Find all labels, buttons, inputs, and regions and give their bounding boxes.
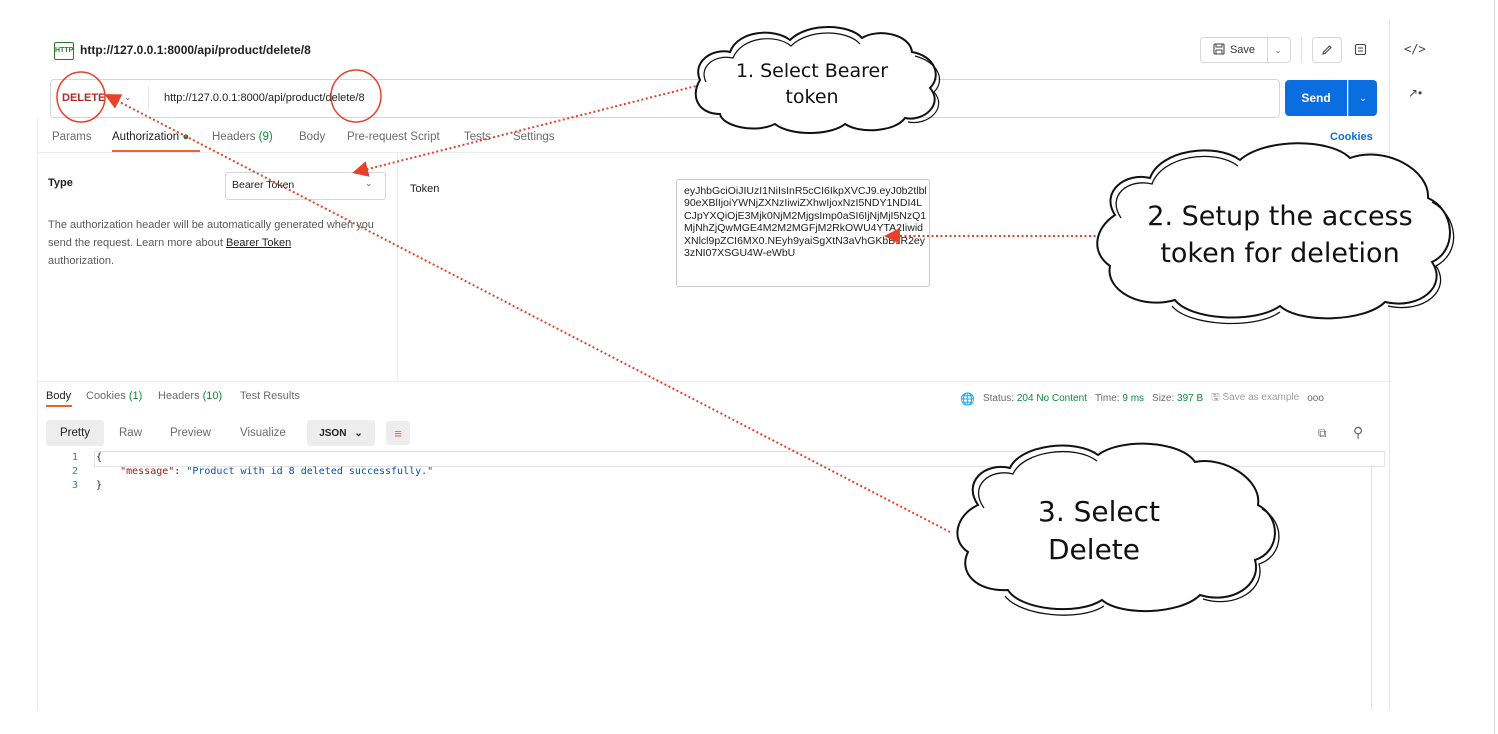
more-icon[interactable]: ooo xyxy=(1307,393,1324,404)
response-tab-cookies[interactable]: Cookies (1) xyxy=(86,390,142,402)
copy-icon[interactable]: ⧉ xyxy=(1318,426,1327,441)
auth-type-label: Type xyxy=(48,177,73,189)
send-button[interactable]: Send xyxy=(1285,80,1347,116)
status: Status: 204 No Content xyxy=(982,393,1087,404)
tab-tests[interactable]: Tests xyxy=(464,131,491,143)
save-as-example-button[interactable]: 🖫 Save as example xyxy=(1211,390,1299,407)
tab-headers[interactable]: Headers (9) xyxy=(212,131,273,143)
response-status-bar: 🌐 Status: 204 No Content Time: 9 ms Size… xyxy=(960,390,1324,407)
code-line: 3} xyxy=(71,480,103,491)
cookies-link[interactable]: Cookies xyxy=(1330,131,1373,143)
save-label: Save xyxy=(1229,44,1256,56)
chevron-down-icon: ⌄ xyxy=(354,427,363,439)
response-tab-body[interactable]: Body xyxy=(46,390,71,402)
globe-icon[interactable]: 🌐 xyxy=(960,392,975,406)
chevron-down-icon[interactable]: ⌄ xyxy=(1266,37,1291,63)
callout-text-2: 2. Setup the access token for deletion xyxy=(1147,201,1413,269)
token-label: Token xyxy=(410,183,440,195)
url-input[interactable]: http://127.0.0.1:8000/api/product/delete… xyxy=(164,92,365,104)
chevron-down-icon: ⌄ xyxy=(365,178,373,188)
tab-authorization[interactable]: Authorization ● xyxy=(112,131,189,143)
right-panel-border xyxy=(1389,20,1390,710)
tab-params[interactable]: Params xyxy=(52,131,92,143)
auth-type-value: Bearer Token xyxy=(232,179,295,191)
request-title[interactable]: http://127.0.0.1:8000/api/product/delete… xyxy=(80,43,311,57)
bearer-token-link[interactable]: Bearer Token xyxy=(226,237,291,249)
code-line: 1{ xyxy=(71,452,103,463)
tab-body[interactable]: Body xyxy=(299,131,325,143)
chevron-down-icon[interactable]: ⌄ xyxy=(1348,80,1377,116)
divider xyxy=(148,86,149,110)
divider xyxy=(38,381,1389,382)
window-edge xyxy=(1494,0,1495,734)
search-icon[interactable]: ⚲ xyxy=(1353,424,1363,441)
tab-pre-request-script[interactable]: Pre-request Script xyxy=(347,131,440,143)
http-icon: HTTP xyxy=(54,42,74,60)
format-pretty[interactable]: Pretty xyxy=(46,420,105,446)
chevron-down-icon[interactable]: ⌄ xyxy=(124,92,132,103)
response-tab-headers[interactable]: Headers (10) xyxy=(158,390,222,402)
divider xyxy=(38,152,1389,153)
scrollbar[interactable] xyxy=(1371,465,1372,710)
format-raw[interactable]: Raw xyxy=(119,420,142,446)
method-select[interactable]: DELETE xyxy=(62,92,105,104)
code-line: 2 "message": "Product with id 8 deleted … xyxy=(71,466,434,477)
active-dot-icon: ● xyxy=(182,131,190,143)
auth-description: The authorization header will be automat… xyxy=(48,219,374,267)
response-body[interactable]: 1{ 2 "message": "Product with id 8 delet… xyxy=(46,451,1383,493)
format-select[interactable]: JSON ⌄ xyxy=(307,420,375,446)
sidebar-divider xyxy=(37,118,38,710)
response-tab-test-results[interactable]: Test Results xyxy=(240,390,300,402)
left-sidebar xyxy=(0,0,38,710)
size: Size: 397 B xyxy=(1152,393,1204,404)
divider xyxy=(397,153,398,381)
sparkle-icon[interactable]: ↗• xyxy=(1408,86,1422,100)
save-button[interactable]: Save xyxy=(1200,37,1268,63)
time: Time: 9 ms xyxy=(1094,393,1145,404)
wrap-lines-icon[interactable]: ≡ xyxy=(386,421,410,445)
divider xyxy=(1301,37,1302,63)
callout-text-1: 1. Select Bearer token xyxy=(735,60,889,108)
callout-text-3: 3. Select Delete xyxy=(1038,495,1160,566)
format-visualize[interactable]: Visualize xyxy=(240,420,286,446)
pencil-icon[interactable] xyxy=(1312,37,1342,63)
save-icon xyxy=(1213,42,1225,58)
tab-settings[interactable]: Settings xyxy=(513,131,555,143)
code-icon[interactable]: </> xyxy=(1404,42,1426,56)
format-preview[interactable]: Preview xyxy=(170,420,211,446)
comment-icon[interactable] xyxy=(1348,37,1372,61)
token-value: eyJhbGciOiJIUzI1NiIsInR5cCI6IkpXVCJ9.eyJ… xyxy=(684,185,927,260)
active-tab-indicator xyxy=(46,405,72,407)
